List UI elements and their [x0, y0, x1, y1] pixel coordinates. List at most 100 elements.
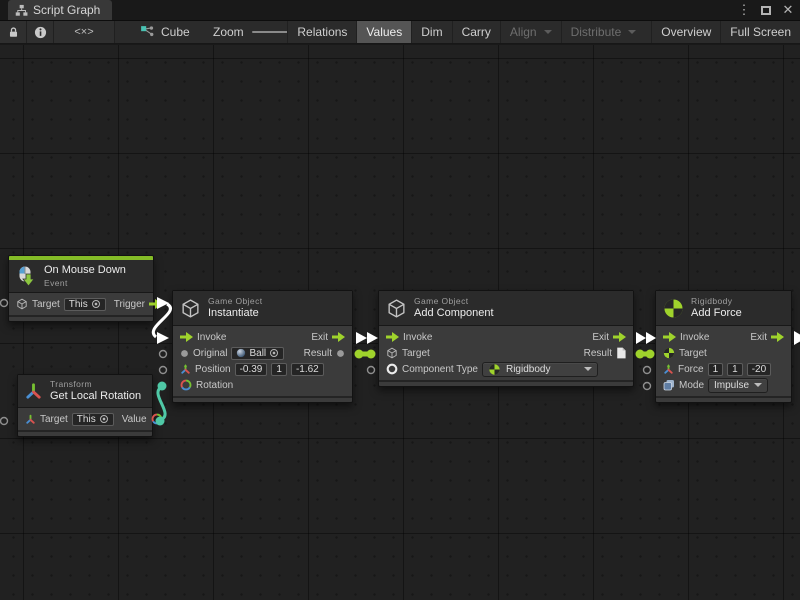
tab-title: Script Graph	[33, 3, 100, 17]
chevron-down-icon	[628, 30, 636, 34]
node-category: Transform	[50, 379, 141, 390]
position-x-field[interactable]: -0.39	[235, 363, 268, 376]
dim-button[interactable]: Dim	[411, 21, 451, 43]
chevron-down-icon	[584, 367, 592, 371]
mode-enum-icon[interactable]	[663, 379, 675, 391]
game-object-icon	[180, 298, 201, 319]
graph-hierarchy-icon	[15, 4, 28, 17]
tab-script-graph[interactable]: Script Graph	[8, 0, 112, 20]
chevron-down-icon	[544, 30, 552, 34]
force-y-field[interactable]: 1	[727, 363, 743, 376]
game-object-icon[interactable]	[386, 347, 398, 359]
port-rotation-label: Rotation	[196, 380, 233, 391]
rigidbody-icon	[663, 298, 684, 319]
position-z-field[interactable]: -1.62	[291, 363, 324, 376]
type-port-icon[interactable]	[386, 363, 398, 375]
rotation-icon[interactable]	[180, 379, 192, 391]
overview-button[interactable]: Overview	[651, 21, 720, 43]
flow-arrow-icon[interactable]	[332, 332, 345, 342]
node-category: Rigidbody	[691, 296, 742, 307]
node-footer	[18, 430, 152, 436]
port-invoke-label: Invoke	[197, 332, 226, 343]
node-title: Get Local Rotation	[50, 390, 141, 404]
carry-button[interactable]: Carry	[452, 21, 500, 43]
port-target-label: Target	[679, 348, 707, 359]
lock-button[interactable]	[0, 21, 27, 43]
game-object-icon	[16, 298, 28, 310]
object-picker-icon[interactable]	[99, 414, 109, 424]
value-port-icon[interactable]	[336, 349, 345, 358]
node-footer	[173, 396, 352, 402]
mode-dropdown[interactable]: Impulse	[708, 378, 768, 393]
component-type-dropdown[interactable]: Rigidbody	[482, 362, 598, 377]
node-footer	[656, 396, 791, 402]
document-icon[interactable]	[616, 347, 626, 359]
mouse-down-icon	[15, 265, 37, 287]
code-view-button[interactable]: <×>	[54, 21, 115, 43]
distribute-button[interactable]: Distribute	[561, 21, 646, 43]
port-force-label: Force	[678, 364, 704, 375]
node-category: Game Object	[208, 296, 262, 307]
values-button[interactable]: Values	[356, 21, 411, 43]
port-original-label: Original	[193, 348, 227, 359]
node-title: Add Force	[691, 307, 742, 321]
node-add-force[interactable]: Rigidbody Add Force Invoke Exit Ta	[655, 290, 792, 403]
node-add-component[interactable]: Game Object Add Component Invoke Exit	[378, 290, 634, 387]
inspect-button[interactable]	[27, 21, 54, 43]
lock-icon	[7, 26, 20, 39]
port-target-label: Target	[40, 414, 68, 425]
component-type-value: Rigidbody	[506, 364, 550, 375]
flow-arrow-icon[interactable]	[180, 332, 193, 342]
rotation-icon[interactable]	[151, 413, 163, 425]
flow-arrow-icon[interactable]	[386, 332, 399, 342]
original-value-chip[interactable]: Ball	[231, 347, 284, 360]
object-picker-icon[interactable]	[91, 299, 101, 309]
flow-arrow-icon[interactable]	[613, 332, 626, 342]
mode-value: Impulse	[714, 380, 749, 391]
port-result-label: Result	[584, 348, 612, 359]
position-icon[interactable]	[180, 364, 191, 375]
force-vector-icon[interactable]	[663, 364, 674, 375]
close-icon[interactable]: ✕	[780, 2, 796, 18]
flow-arrow-icon[interactable]	[771, 332, 784, 342]
port-result-label: Result	[304, 348, 332, 359]
component-type-label: Component Type	[402, 364, 478, 375]
port-invoke-label: Invoke	[403, 332, 432, 343]
node-get-local-rotation[interactable]: Transform Get Local Rotation Target This…	[17, 374, 153, 437]
target-value-chip[interactable]: This	[72, 413, 114, 426]
force-z-field[interactable]: -20	[747, 363, 771, 376]
target-value: This	[69, 299, 88, 310]
ball-object-icon	[236, 348, 246, 358]
port-exit-label: Exit	[592, 332, 609, 343]
port-target-label: Target	[32, 299, 60, 310]
flow-arrow-icon[interactable]	[149, 299, 162, 309]
script-graph-window: Script Graph ⋮ ✕ <×>	[0, 0, 800, 600]
node-instantiate[interactable]: Game Object Instantiate Invoke Exit	[172, 290, 353, 403]
position-y-field[interactable]: 1	[271, 363, 287, 376]
zoom-label: Zoom	[213, 25, 244, 39]
port-trigger-label: Trigger	[114, 299, 145, 310]
flow-arrow-icon[interactable]	[663, 332, 676, 342]
chevron-down-icon	[754, 383, 762, 387]
port-position-label: Position	[195, 364, 231, 375]
port-exit-label: Exit	[311, 332, 328, 343]
node-title: Instantiate	[208, 307, 262, 321]
target-value-chip[interactable]: This	[64, 298, 106, 311]
rigidbody-icon[interactable]	[663, 347, 675, 359]
maximize-icon[interactable]	[758, 2, 774, 18]
node-category: Game Object	[414, 296, 494, 307]
object-picker-icon[interactable]	[269, 348, 279, 358]
target-value: This	[77, 414, 96, 425]
port-mode-label: Mode	[679, 380, 704, 391]
value-port-icon[interactable]	[180, 349, 189, 358]
node-title: On Mouse Down	[44, 264, 126, 278]
port-invoke-label: Invoke	[680, 332, 709, 343]
fullscreen-button[interactable]: Full Screen	[720, 21, 800, 43]
relations-button[interactable]: Relations	[287, 21, 356, 43]
toolbar: <×> Cube Zoom 0.8x Relations Values Dim …	[0, 20, 800, 44]
port-exit-label: Exit	[750, 332, 767, 343]
node-on-mouse-down[interactable]: On Mouse Down Event Target This Trigger	[8, 255, 154, 322]
force-x-field[interactable]: 1	[708, 363, 724, 376]
window-menu-icon[interactable]: ⋮	[736, 2, 752, 18]
align-button[interactable]: Align	[500, 21, 561, 43]
